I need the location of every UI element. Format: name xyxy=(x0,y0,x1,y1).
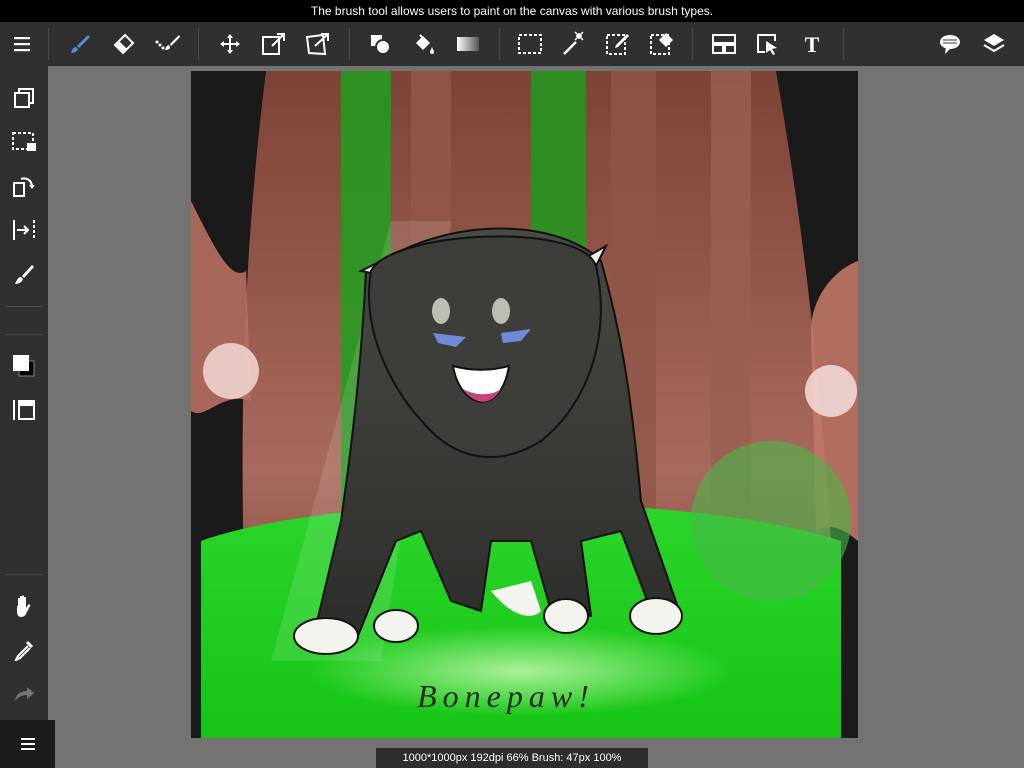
layers-icon[interactable] xyxy=(974,22,1014,66)
speech-bubble-icon[interactable] xyxy=(930,22,970,66)
smudge-icon[interactable] xyxy=(148,22,188,66)
brush-icon[interactable] xyxy=(60,22,100,66)
select-rect-icon[interactable] xyxy=(510,22,550,66)
tooltip-bar: The brush tool allows users to paint on … xyxy=(0,0,1024,22)
magic-wand-icon[interactable] xyxy=(554,22,594,66)
panel-icon[interactable] xyxy=(704,22,744,66)
left-sidebar xyxy=(0,66,48,768)
fill-shape-icon[interactable] xyxy=(360,22,400,66)
transform-icon[interactable] xyxy=(254,22,294,66)
hand-icon[interactable] xyxy=(0,586,48,626)
top-toolbar: T xyxy=(0,22,1024,66)
layer-copy-icon[interactable] xyxy=(0,78,48,118)
flip-icon[interactable] xyxy=(0,210,48,250)
drawing-canvas[interactable]: Bonepaw! xyxy=(191,71,858,738)
bottom-menu-icon[interactable] xyxy=(0,720,55,768)
artwork: Bonepaw! xyxy=(191,71,858,738)
layer-panel-icon[interactable] xyxy=(0,390,48,430)
gradient-icon[interactable] xyxy=(448,22,488,66)
select-pen-icon[interactable] xyxy=(598,22,638,66)
rotate-icon[interactable] xyxy=(0,166,48,206)
operation-icon[interactable] xyxy=(748,22,788,66)
eyedropper-icon[interactable] xyxy=(0,630,48,670)
canvas-caption: Bonepaw! xyxy=(417,678,595,714)
select-eraser-icon[interactable] xyxy=(642,22,682,66)
bucket-icon[interactable] xyxy=(404,22,444,66)
svg-text:T: T xyxy=(805,33,820,55)
status-bar: 1000*1000px 192dpi 66% Brush: 47px 100% xyxy=(376,748,648,768)
redo-icon[interactable] xyxy=(0,674,48,714)
selection-icon[interactable] xyxy=(0,122,48,162)
brush-size-icon[interactable] xyxy=(0,254,48,294)
menu-icon[interactable] xyxy=(2,22,42,66)
color-swatch-icon[interactable] xyxy=(0,346,48,386)
eraser-icon[interactable] xyxy=(104,22,144,66)
free-transform-icon[interactable] xyxy=(298,22,338,66)
text-icon[interactable]: T xyxy=(792,22,832,66)
move-icon[interactable] xyxy=(210,22,250,66)
